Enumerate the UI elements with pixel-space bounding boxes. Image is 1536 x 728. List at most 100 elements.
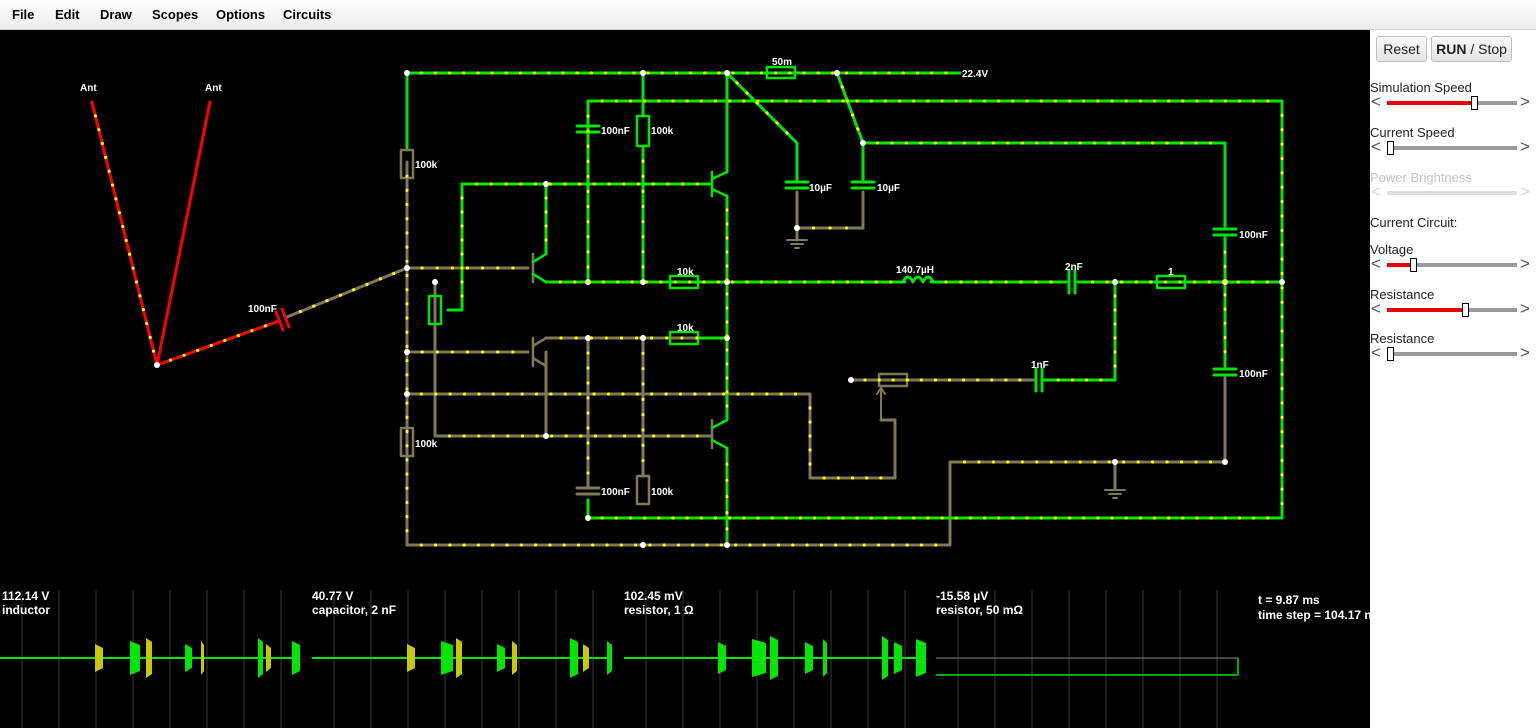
chevron-right-icon[interactable]: > bbox=[1520, 255, 1530, 273]
chevron-left-icon[interactable]: < bbox=[1371, 344, 1381, 362]
slider-thumb[interactable] bbox=[1462, 303, 1469, 317]
current-dot bbox=[378, 277, 382, 281]
menu-circuits[interactable]: Circuits bbox=[283, 7, 331, 22]
current-dot bbox=[1082, 516, 1086, 520]
current-dot bbox=[630, 280, 634, 284]
current-dot bbox=[1181, 516, 1185, 520]
current-dot bbox=[405, 387, 409, 391]
current-dot bbox=[734, 543, 738, 547]
current-dot bbox=[578, 392, 582, 396]
menu-scopes[interactable]: Scopes bbox=[152, 7, 198, 22]
current-dot bbox=[699, 99, 703, 103]
chevron-right-icon[interactable]: > bbox=[1520, 138, 1530, 156]
current-speed-slider[interactable]: < > bbox=[1370, 138, 1536, 157]
scope-burst bbox=[805, 642, 813, 674]
chevron-right-icon[interactable]: > bbox=[1520, 344, 1530, 362]
scope-burst bbox=[130, 641, 140, 675]
current-dot bbox=[460, 266, 464, 270]
scope-burst bbox=[512, 641, 517, 675]
current-dot bbox=[725, 362, 729, 366]
current-dot bbox=[622, 434, 627, 438]
voltage-slider[interactable]: < > bbox=[1370, 255, 1536, 274]
menu-file[interactable]: File bbox=[12, 7, 34, 22]
current-dot bbox=[586, 426, 590, 430]
current-dot bbox=[405, 415, 409, 419]
scope-burst bbox=[882, 636, 888, 680]
current-dot bbox=[1025, 99, 1029, 103]
current-dot bbox=[420, 266, 424, 270]
chevron-right-icon: > bbox=[1520, 182, 1530, 201]
current-dot bbox=[533, 71, 537, 75]
current-dot bbox=[905, 378, 909, 382]
current-dot bbox=[481, 350, 485, 354]
current-dot bbox=[1181, 99, 1185, 103]
run-stop-button[interactable]: RUN / Stop bbox=[1431, 36, 1512, 62]
slider-thumb[interactable] bbox=[1471, 96, 1479, 110]
circuit-canvas[interactable]: Ant Ant 50m 22.4V 100nF 100k 100k 10µF 1… bbox=[0, 30, 1370, 728]
current-dot bbox=[465, 266, 470, 270]
scope-panel[interactable]: 112.14 V inductor 40.77 V capacitor, 2 n… bbox=[0, 589, 1370, 728]
current-dot bbox=[641, 174, 645, 178]
current-dot bbox=[788, 280, 792, 284]
resistance-slider[interactable]: < > bbox=[1370, 344, 1536, 363]
slider-thumb[interactable] bbox=[1410, 258, 1417, 272]
current-dot bbox=[405, 429, 409, 434]
scope-burst bbox=[894, 642, 902, 674]
current-dot bbox=[586, 471, 590, 475]
current-dot bbox=[728, 99, 732, 103]
current-dot bbox=[1280, 401, 1284, 405]
current-dot bbox=[725, 478, 729, 482]
chevron-right-icon[interactable]: > bbox=[1520, 93, 1530, 111]
current-dot bbox=[889, 280, 893, 284]
current-dot bbox=[1082, 99, 1086, 103]
menu-options[interactable]: Options bbox=[216, 7, 265, 22]
current-dot bbox=[1110, 516, 1114, 520]
current-dot bbox=[1113, 294, 1117, 298]
current-dot bbox=[883, 516, 888, 520]
menu-draw[interactable]: Draw bbox=[100, 7, 132, 22]
menu-bar: File Edit Draw Scopes Options Circuits bbox=[0, 0, 1536, 30]
current-dot bbox=[1093, 141, 1097, 145]
resistance-slider[interactable]: < > bbox=[1370, 300, 1536, 319]
current-dot bbox=[506, 434, 510, 438]
reset-button[interactable]: Reset bbox=[1376, 36, 1427, 62]
current-dot bbox=[641, 235, 645, 239]
current-dot bbox=[1266, 99, 1270, 103]
current-dot bbox=[725, 511, 729, 515]
current-dot bbox=[1035, 460, 1039, 464]
current-dot bbox=[1113, 308, 1117, 312]
chevron-right-icon[interactable]: > bbox=[1520, 300, 1530, 318]
current-dot bbox=[816, 71, 820, 75]
chevron-left-icon[interactable]: < bbox=[1371, 138, 1381, 156]
current-dot bbox=[873, 71, 877, 75]
current-dot bbox=[586, 220, 590, 224]
current-dot bbox=[1194, 141, 1198, 145]
current-dot bbox=[405, 515, 409, 519]
simulation-speed-slider[interactable]: < > bbox=[1370, 93, 1536, 112]
current-dot bbox=[117, 211, 121, 215]
current-dot bbox=[830, 71, 834, 75]
current-dot bbox=[1011, 99, 1015, 103]
current-dot bbox=[848, 543, 852, 547]
slider-thumb[interactable] bbox=[1387, 141, 1394, 155]
chevron-left-icon[interactable]: < bbox=[1371, 255, 1381, 273]
current-dot bbox=[666, 434, 670, 438]
current-dot bbox=[534, 392, 539, 396]
current-dot bbox=[664, 392, 668, 396]
current-dot bbox=[405, 316, 409, 320]
current-dot bbox=[460, 238, 464, 242]
menu-edit[interactable]: Edit bbox=[55, 7, 80, 22]
current-dot bbox=[641, 413, 645, 417]
chevron-left-icon[interactable]: < bbox=[1371, 300, 1381, 318]
scope-burst bbox=[570, 638, 578, 678]
slider-thumb[interactable] bbox=[1387, 347, 1394, 361]
current-dot bbox=[586, 189, 590, 194]
capacitor-label: 10µF bbox=[809, 183, 832, 194]
current-dot bbox=[644, 280, 649, 284]
current-dot bbox=[121, 224, 125, 229]
current-dot bbox=[600, 516, 604, 520]
current-dot bbox=[641, 351, 645, 355]
current-dot bbox=[869, 99, 873, 103]
current-dot bbox=[151, 349, 156, 353]
chevron-left-icon[interactable]: < bbox=[1371, 93, 1381, 111]
